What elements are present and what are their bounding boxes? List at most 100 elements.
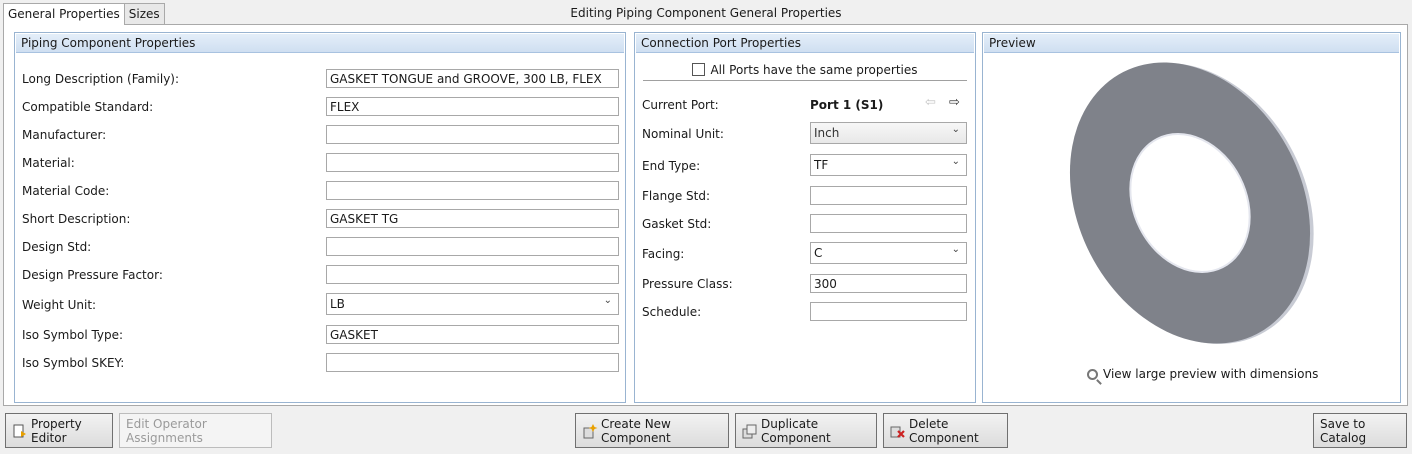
material-code-row: Material Code: [15, 181, 625, 201]
magnifier-icon [1087, 369, 1098, 380]
create-new-component-label: Create New Component [601, 416, 671, 445]
nominal-unit-value: Inch [814, 126, 840, 140]
flange-std-label: Flange Std: [642, 189, 710, 203]
chevron-down-icon: ⌄ [951, 124, 960, 135]
flange-std-row: Flange Std: [635, 186, 975, 206]
view-large-preview-label: View large preview with dimensions [1103, 367, 1319, 381]
iso-symbol-skey-row: Iso Symbol SKEY: [15, 353, 625, 373]
gasket-preview-image [1069, 62, 1314, 344]
previous-port-arrow-icon[interactable]: ⇦ [925, 95, 936, 110]
weight-unit-row: Weight Unit: LB ⌄ [15, 293, 625, 315]
compatible-standard-label: Compatible Standard: [22, 100, 154, 114]
piping-panel-title: Piping Component Properties [16, 34, 624, 53]
gasket-ring [1069, 62, 1311, 344]
end-type-label: End Type: [642, 159, 701, 173]
gasket-std-label: Gasket Std: [642, 217, 712, 231]
facing-dropdown[interactable]: C ⌄ [810, 242, 967, 264]
chevron-down-icon: ⌄ [951, 244, 960, 255]
duplicate-component-icon [742, 422, 758, 440]
piping-component-panel: Piping Component Properties Long Descrip… [14, 32, 626, 403]
material-label: Material: [22, 156, 75, 170]
save-to-catalog-button[interactable]: Save to Catalog [1313, 413, 1407, 448]
iso-symbol-type-label: Iso Symbol Type: [22, 328, 124, 342]
same-properties-label: All Ports have the same properties [710, 63, 918, 77]
save-to-catalog-label: Save to Catalog [1320, 416, 1367, 445]
property-editor-button[interactable]: Property Editor [5, 413, 113, 448]
manufacturer-row: Manufacturer: [15, 125, 625, 145]
current-port-value: Port 1 (S1) [810, 98, 884, 112]
next-port-arrow-icon[interactable]: ⇨ [949, 95, 960, 110]
connection-panel-title: Connection Port Properties [636, 34, 974, 53]
separator [643, 80, 967, 81]
same-properties-row[interactable]: All Ports have the same properties [635, 63, 975, 77]
iso-symbol-type-row: Iso Symbol Type: GASKET [15, 325, 625, 345]
schedule-label: Schedule: [642, 305, 702, 319]
long-description-row: Long Description (Family): GASKET TONGUE… [15, 69, 625, 89]
property-editor-label: Property Editor [31, 416, 82, 445]
facing-value: C [814, 246, 823, 260]
gasket-std-field[interactable] [810, 214, 967, 233]
compatible-standard-row: Compatible Standard: FLEX [15, 97, 625, 117]
facing-row: Facing: C ⌄ [635, 242, 975, 264]
end-type-dropdown[interactable]: TF ⌄ [810, 154, 967, 176]
edit-operator-assignments-label: Edit Operator Assignments [126, 416, 207, 445]
nominal-unit-dropdown[interactable]: Inch ⌄ [810, 122, 967, 144]
end-type-row: End Type: TF ⌄ [635, 154, 975, 176]
nominal-unit-row: Nominal Unit: Inch ⌄ [635, 122, 975, 144]
long-description-field[interactable]: GASKET TONGUE and GROOVE, 300 LB, FLEX [326, 69, 619, 88]
iso-symbol-type-field[interactable]: GASKET [326, 325, 619, 344]
tab-content: Piping Component Properties Long Descrip… [3, 24, 1408, 406]
chevron-down-icon: ⌄ [951, 156, 960, 167]
pressure-class-row: Pressure Class: 300 [635, 274, 975, 294]
delete-component-icon [890, 422, 906, 440]
end-type-value: TF [814, 158, 829, 172]
edit-operator-assignments-button[interactable]: Edit Operator Assignments [119, 413, 272, 448]
short-description-field[interactable]: GASKET TG [326, 209, 619, 228]
pressure-class-label: Pressure Class: [642, 277, 733, 291]
flange-std-field[interactable] [810, 186, 967, 205]
weight-unit-label: Weight Unit: [22, 298, 97, 312]
design-std-field[interactable] [326, 237, 619, 256]
delete-component-button[interactable]: Delete Component [883, 413, 1008, 448]
facing-label: Facing: [642, 247, 685, 261]
design-std-row: Design Std: [15, 237, 625, 257]
material-code-field[interactable] [326, 181, 619, 200]
chevron-down-icon: ⌄ [603, 295, 612, 306]
design-pressure-factor-label: Design Pressure Factor: [22, 268, 163, 282]
weight-unit-dropdown[interactable]: LB ⌄ [326, 293, 619, 315]
schedule-field[interactable] [810, 302, 967, 321]
iso-symbol-skey-field[interactable] [326, 353, 619, 372]
iso-symbol-skey-label: Iso Symbol SKEY: [22, 356, 125, 370]
preview-panel: Preview View large preview with dimensio… [982, 32, 1401, 403]
design-pressure-factor-row: Design Pressure Factor: [15, 265, 625, 285]
preview-panel-title: Preview [984, 34, 1399, 53]
compatible-standard-field[interactable]: FLEX [326, 97, 619, 116]
short-description-label: Short Description: [22, 212, 131, 226]
manufacturer-label: Manufacturer: [22, 128, 107, 142]
connection-port-panel: Connection Port Properties All Ports hav… [634, 32, 976, 403]
current-port-label: Current Port: [642, 98, 719, 112]
material-field[interactable] [326, 153, 619, 172]
same-properties-checkbox[interactable] [692, 63, 706, 76]
schedule-row: Schedule: [635, 302, 975, 322]
long-description-label: Long Description (Family): [22, 72, 180, 86]
weight-unit-value: LB [330, 297, 345, 311]
material-row: Material: [15, 153, 625, 173]
view-large-preview-link[interactable]: View large preview with dimensions [1087, 367, 1318, 381]
pressure-class-field[interactable]: 300 [810, 274, 967, 293]
current-port-row: Current Port: Port 1 (S1) ⇦ ⇨ [635, 95, 975, 115]
duplicate-component-button[interactable]: Duplicate Component [735, 413, 877, 448]
create-new-component-button[interactable]: Create New Component [575, 413, 729, 448]
tab-general-properties[interactable]: General Properties [3, 3, 125, 25]
design-std-label: Design Std: [22, 240, 92, 254]
design-pressure-factor-field[interactable] [326, 265, 619, 284]
manufacturer-field[interactable] [326, 125, 619, 144]
material-code-label: Material Code: [22, 184, 110, 198]
delete-component-label: Delete Component [909, 416, 979, 445]
gasket-std-row: Gasket Std: [635, 214, 975, 234]
property-editor-icon [12, 422, 28, 440]
create-component-icon [582, 422, 598, 440]
duplicate-component-label: Duplicate Component [761, 416, 831, 445]
nominal-unit-label: Nominal Unit: [642, 127, 724, 141]
short-description-row: Short Description: GASKET TG [15, 209, 625, 229]
